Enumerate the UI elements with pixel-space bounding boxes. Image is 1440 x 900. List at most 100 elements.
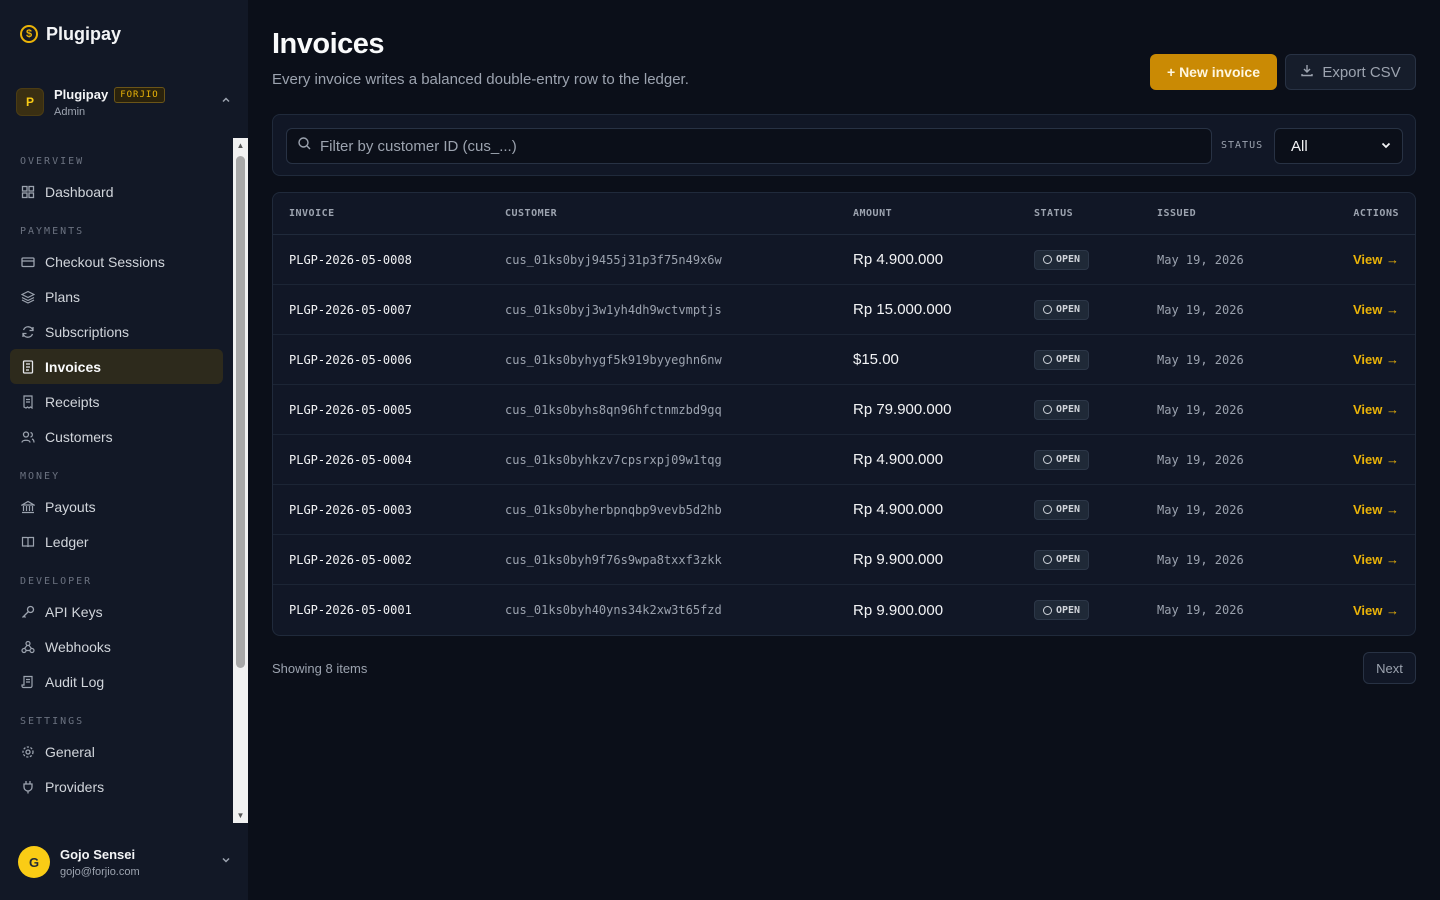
invoice-number[interactable]: PLGP-2026-05-0008: [289, 253, 412, 267]
invoice-amount: Rp 79.900.000: [853, 401, 952, 418]
org-role: Admin: [54, 105, 86, 118]
issued-date: May 19, 2026: [1157, 352, 1244, 367]
sidebar-item-subscriptions[interactable]: Subscriptions: [10, 314, 223, 349]
customer-id[interactable]: cus_01ks0byj3w1yh4dh9wctvmptjs: [505, 303, 722, 317]
status-circle-icon: [1043, 605, 1052, 615]
status-badge: OPEN: [1034, 499, 1090, 520]
table-row[interactable]: PLGP-2026-05-0001 cus_01ks0byh40yns34k2xw…: [273, 585, 1415, 635]
sidebar-item-label: Invoices: [45, 358, 102, 375]
invoice-number[interactable]: PLGP-2026-05-0001: [289, 603, 412, 617]
sidebar-item-providers[interactable]: Providers: [10, 769, 223, 804]
chevron-up-icon[interactable]: [220, 94, 232, 109]
status-select[interactable]: All: [1274, 128, 1403, 164]
view-invoice-link[interactable]: View →: [1353, 252, 1399, 267]
nav-section-developer: DEVELOPER: [20, 575, 93, 587]
issued-date: May 19, 2026: [1157, 502, 1244, 517]
scroll-down-arrow-icon[interactable]: ▼: [233, 808, 248, 823]
invoice-number[interactable]: PLGP-2026-05-0002: [289, 553, 412, 567]
column-header-invoice[interactable]: INVOICE: [289, 208, 335, 219]
export-csv-label: Export CSV: [1322, 63, 1401, 81]
column-header-customer[interactable]: CUSTOMER: [505, 208, 557, 219]
table-row[interactable]: PLGP-2026-05-0003 cus_01ks0byherbpnqbp9ve…: [273, 485, 1415, 535]
sidebar-item-api-keys[interactable]: API Keys: [10, 594, 223, 629]
status-circle-icon: [1043, 505, 1052, 514]
table-row[interactable]: PLGP-2026-05-0005 cus_01ks0byhs8qn96hfctn…: [273, 385, 1415, 435]
invoice-amount: Rp 4.900.000: [853, 251, 944, 268]
column-header-issued[interactable]: ISSUED: [1157, 208, 1196, 219]
brand-name: Plugipay: [46, 23, 122, 44]
sidebar-item-checkout-sessions[interactable]: Checkout Sessions: [10, 244, 223, 279]
sidebar-item-dashboard[interactable]: Dashboard: [10, 174, 223, 209]
sidebar-item-label: Dashboard: [45, 183, 114, 200]
sidebar-item-customers[interactable]: Customers: [10, 419, 223, 454]
view-invoice-link[interactable]: View →: [1353, 603, 1399, 618]
customer-id[interactable]: cus_01ks0byj9455j31p3f75n49x6w: [505, 253, 722, 267]
customer-id[interactable]: cus_01ks0byh9f76s9wpa8txxf3zkk: [505, 553, 722, 567]
sidebar-item-label: Subscriptions: [45, 323, 130, 340]
status-text: OPEN: [1056, 454, 1081, 465]
search-box[interactable]: [286, 128, 1212, 164]
sidebar-item-audit-log[interactable]: Audit Log: [10, 664, 223, 699]
scroll-up-arrow-icon[interactable]: ▲: [233, 138, 248, 153]
view-invoice-link[interactable]: View →: [1353, 552, 1399, 567]
org-tag-badge: FORJIO: [114, 86, 165, 103]
table-row[interactable]: PLGP-2026-05-0007 cus_01ks0byj3w1yh4dh9wc…: [273, 285, 1415, 335]
customer-id[interactable]: cus_01ks0byhs8qn96hfctnmzbd9gq: [505, 403, 722, 417]
scroll-icon: [20, 674, 35, 689]
key-icon: [20, 604, 35, 619]
customer-id[interactable]: cus_01ks0byhkzv7cpsrxpj09w1tqg: [505, 453, 722, 467]
invoice-number[interactable]: PLGP-2026-05-0006: [289, 353, 412, 367]
user-email: gojo@forjio.com: [60, 865, 140, 878]
view-invoice-link[interactable]: View →: [1353, 402, 1399, 417]
invoice-number[interactable]: PLGP-2026-05-0003: [289, 503, 412, 517]
column-header-status[interactable]: STATUS: [1034, 208, 1073, 219]
column-header-amount[interactable]: AMOUNT: [853, 208, 892, 219]
status-text: OPEN: [1056, 254, 1081, 265]
customer-id[interactable]: cus_01ks0byherbpnqbp9vevb5d2hb: [505, 503, 722, 517]
sidebar-item-payouts[interactable]: Payouts: [10, 489, 223, 524]
nav-section-money: MONEY: [20, 470, 61, 482]
view-invoice-link[interactable]: View →: [1353, 502, 1399, 517]
invoice-number[interactable]: PLGP-2026-05-0007: [289, 303, 412, 317]
sidebar-item-general[interactable]: General: [10, 734, 223, 769]
sidebar-item-ledger[interactable]: Ledger: [10, 524, 223, 559]
customer-id-filter-input[interactable]: [320, 137, 1200, 155]
status-text: OPEN: [1056, 504, 1081, 515]
table-row[interactable]: PLGP-2026-05-0006 cus_01ks0byhygf5k919byy…: [273, 335, 1415, 385]
sidebar-item-plans[interactable]: Plans: [10, 279, 223, 314]
bank-icon: [20, 499, 35, 514]
filter-bar: STATUS All: [272, 114, 1416, 176]
view-invoice-link[interactable]: View →: [1353, 302, 1399, 317]
next-page-button[interactable]: Next: [1363, 652, 1416, 684]
receipt-icon: [20, 394, 35, 409]
org-switcher[interactable]: P Plugipay FORJIO Admin: [16, 84, 232, 120]
table-row[interactable]: PLGP-2026-05-0008 cus_01ks0byj9455j31p3f7…: [273, 235, 1415, 285]
customer-id[interactable]: cus_01ks0byh40yns34k2xw3t65fzd: [505, 603, 722, 617]
view-invoice-link[interactable]: View →: [1353, 452, 1399, 467]
refresh-icon: [20, 324, 35, 339]
sidebar-item-receipts[interactable]: Receipts: [10, 384, 223, 419]
org-name: Plugipay: [54, 87, 109, 102]
customer-id[interactable]: cus_01ks0byhygf5k919byyeghn6nw: [505, 353, 722, 367]
table-row[interactable]: PLGP-2026-05-0002 cus_01ks0byh9f76s9wpa8t…: [273, 535, 1415, 585]
invoice-number[interactable]: PLGP-2026-05-0005: [289, 403, 412, 417]
table-row[interactable]: PLGP-2026-05-0004 cus_01ks0byhkzv7cpsrxpj…: [273, 435, 1415, 485]
status-circle-icon: [1043, 355, 1052, 364]
invoice-number[interactable]: PLGP-2026-05-0004: [289, 453, 412, 467]
brand[interactable]: $ Plugipay: [20, 22, 121, 46]
sidebar-item-invoices[interactable]: Invoices: [10, 349, 223, 384]
sidebar-item-label: Audit Log: [45, 673, 105, 690]
sidebar-scrollbar[interactable]: ▲ ▼: [233, 138, 248, 823]
export-csv-button[interactable]: Export CSV: [1285, 54, 1416, 90]
sidebar-item-webhooks[interactable]: Webhooks: [10, 629, 223, 664]
user-avatar: G: [18, 846, 50, 878]
sidebar-item-label: Plans: [45, 288, 81, 305]
status-text: OPEN: [1056, 554, 1081, 565]
user-menu[interactable]: G Gojo Sensei gojo@forjio.com: [18, 844, 232, 880]
scrollbar-thumb[interactable]: [236, 156, 245, 668]
view-invoice-link[interactable]: View →: [1353, 352, 1399, 367]
chevron-down-icon[interactable]: [220, 854, 232, 869]
nav-section-settings: SETTINGS: [20, 715, 85, 727]
new-invoice-button[interactable]: + New invoice: [1150, 54, 1277, 90]
